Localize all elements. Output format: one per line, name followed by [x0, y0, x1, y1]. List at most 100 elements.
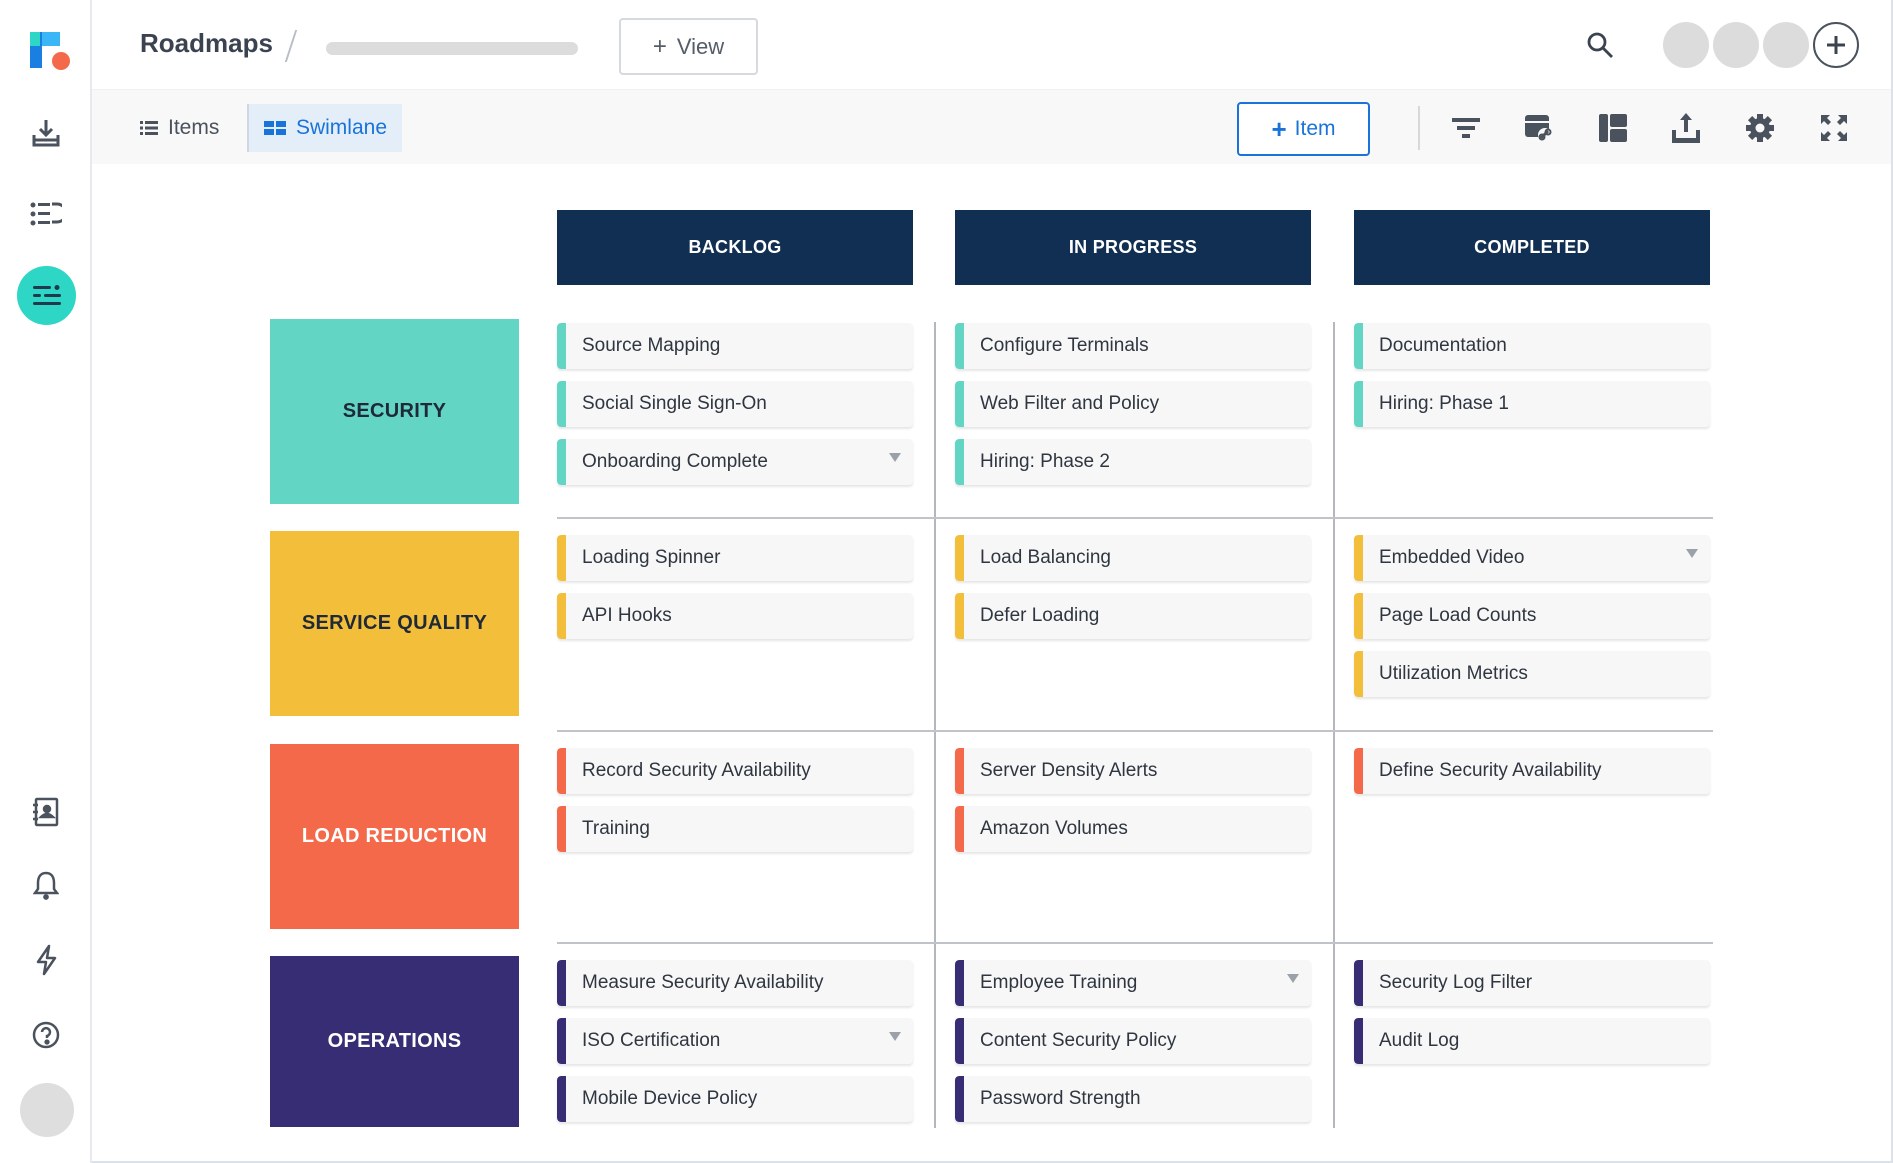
item-card[interactable]: Measure Security Availability	[557, 960, 913, 1006]
card-title: Define Security Availability	[1379, 760, 1602, 781]
item-card[interactable]: Security Log Filter	[1354, 960, 1710, 1006]
item-card[interactable]: Loading Spinner	[557, 535, 913, 581]
add-item-label: Item	[1294, 117, 1336, 140]
card-title: Utilization Metrics	[1379, 663, 1528, 684]
column-header-in-progress[interactable]: IN PROGRESS	[955, 210, 1311, 285]
column-header-completed[interactable]: COMPLETED	[1354, 210, 1710, 285]
item-card[interactable]: Server Density Alerts	[955, 748, 1311, 794]
toolbar-divider	[1418, 106, 1420, 150]
layout-icon[interactable]	[1595, 110, 1631, 146]
item-card[interactable]: Password Strength	[955, 1076, 1311, 1122]
item-card[interactable]: Configure Terminals	[955, 323, 1311, 369]
card-color-accent	[955, 1018, 964, 1064]
lane-label[interactable]: OPERATIONS	[270, 956, 519, 1127]
lane-divider	[557, 730, 1713, 732]
item-card[interactable]: API Hooks	[557, 593, 913, 639]
card-color-accent	[955, 806, 964, 852]
search-icon[interactable]	[1585, 30, 1615, 60]
item-card[interactable]: Defer Loading	[955, 593, 1311, 639]
card-color-accent	[557, 323, 566, 369]
item-card[interactable]: Embedded Video	[1354, 535, 1710, 581]
contacts-icon[interactable]	[22, 788, 70, 836]
item-card[interactable]: Page Load Counts	[1354, 593, 1710, 639]
plus-icon: +	[652, 32, 667, 60]
item-card[interactable]: Employee Training	[955, 960, 1311, 1006]
card-color-accent	[1354, 593, 1363, 639]
tab-items[interactable]: Items	[128, 104, 231, 152]
add-view-label: View	[676, 33, 725, 59]
item-card[interactable]: Web Filter and Policy	[955, 381, 1311, 427]
card-color-accent	[955, 439, 964, 485]
item-card[interactable]: Social Single Sign-On	[557, 381, 913, 427]
item-card[interactable]: Utilization Metrics	[1354, 651, 1710, 697]
filter-icon[interactable]	[1448, 110, 1484, 146]
add-view-button[interactable]: + View	[619, 18, 758, 75]
user-avatar[interactable]	[20, 1083, 74, 1137]
item-card[interactable]: Hiring: Phase 2	[955, 439, 1311, 485]
item-card[interactable]: Record Security Availability	[557, 748, 913, 794]
swimlane-icon[interactable]	[17, 266, 76, 325]
item-card[interactable]: Mobile Device Policy	[557, 1076, 913, 1122]
caret-down-icon[interactable]	[889, 1032, 901, 1041]
help-icon[interactable]	[22, 1011, 70, 1059]
card-color-accent	[557, 960, 566, 1006]
card-title: Training	[582, 818, 650, 839]
lane-label[interactable]: SERVICE QUALITY	[270, 531, 519, 716]
breadcrumb-placeholder[interactable]	[326, 42, 578, 55]
card-title: Web Filter and Policy	[980, 393, 1160, 414]
card-color-accent	[1354, 960, 1363, 1006]
fullscreen-icon[interactable]	[1816, 110, 1852, 146]
card-color-accent	[557, 806, 566, 852]
settings-icon[interactable]	[1742, 110, 1778, 146]
card-title: Loading Spinner	[582, 547, 721, 568]
item-card[interactable]: Documentation	[1354, 323, 1710, 369]
card-title: Hiring: Phase 1	[1379, 393, 1509, 414]
card-title: Server Density Alerts	[980, 760, 1158, 781]
item-card[interactable]: Onboarding Complete	[557, 439, 913, 485]
import-icon[interactable]	[22, 109, 70, 157]
member-avatar[interactable]	[1763, 22, 1809, 68]
card-title: ISO Certification	[582, 1030, 721, 1051]
card-title: Amazon Volumes	[980, 818, 1128, 839]
card-color-accent	[557, 1018, 566, 1064]
lane-label[interactable]: SECURITY	[270, 319, 519, 504]
card-title: Security Log Filter	[1379, 972, 1533, 993]
caret-down-icon[interactable]	[1287, 974, 1299, 983]
app-logo[interactable]	[28, 28, 72, 72]
lane-label[interactable]: LOAD REDUCTION	[270, 744, 519, 929]
card-color-accent	[955, 748, 964, 794]
card-color-accent	[557, 439, 566, 485]
column-header-backlog[interactable]: BACKLOG	[557, 210, 913, 285]
item-card[interactable]: Source Mapping	[557, 323, 913, 369]
member-avatar[interactable]	[1713, 22, 1759, 68]
card-color-accent	[557, 593, 566, 639]
add-item-button[interactable]: + Item	[1237, 102, 1370, 156]
tab-items-label: Items	[168, 116, 220, 139]
linked-card-icon[interactable]	[1521, 110, 1557, 146]
add-member-button[interactable]	[1813, 22, 1859, 68]
item-card[interactable]: Define Security Availability	[1354, 748, 1710, 794]
card-title: Documentation	[1379, 335, 1507, 356]
item-card[interactable]: Content Security Policy	[955, 1018, 1311, 1064]
item-card[interactable]: Audit Log	[1354, 1018, 1710, 1064]
list-reorder-icon[interactable]	[22, 190, 70, 238]
column-divider	[934, 322, 936, 1128]
lightning-icon[interactable]	[22, 936, 70, 984]
tab-swimlane[interactable]: Swimlane	[247, 104, 402, 152]
bell-icon[interactable]	[22, 861, 70, 909]
caret-down-icon[interactable]	[889, 453, 901, 462]
member-avatar[interactable]	[1663, 22, 1709, 68]
item-card[interactable]: ISO Certification	[557, 1018, 913, 1064]
item-card[interactable]: Load Balancing	[955, 535, 1311, 581]
card-color-accent	[955, 593, 964, 639]
caret-down-icon[interactable]	[1686, 549, 1698, 558]
item-card[interactable]: Hiring: Phase 1	[1354, 381, 1710, 427]
breadcrumb-separator	[284, 30, 298, 62]
item-card[interactable]: Training	[557, 806, 913, 852]
card-color-accent	[955, 960, 964, 1006]
export-icon[interactable]	[1668, 110, 1704, 146]
card-color-accent	[1354, 651, 1363, 697]
card-title: Measure Security Availability	[582, 972, 824, 993]
card-title: Onboarding Complete	[582, 451, 768, 472]
item-card[interactable]: Amazon Volumes	[955, 806, 1311, 852]
